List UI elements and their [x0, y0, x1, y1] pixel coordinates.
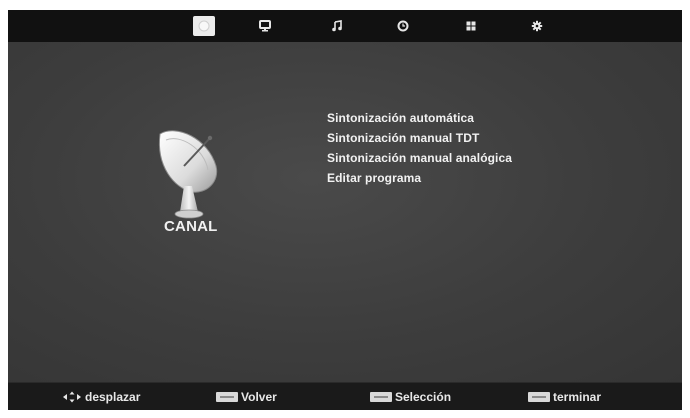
- menu-item-program-edit[interactable]: Editar programa: [327, 168, 512, 188]
- hint-exit-label: terminar: [553, 390, 602, 404]
- lock-icon: [466, 21, 476, 31]
- tab-sound[interactable]: [326, 16, 348, 36]
- hint-navigate-label: desplazar: [85, 390, 141, 404]
- menu-key-icon: [216, 392, 238, 402]
- exit-key-icon: [528, 392, 550, 402]
- channel-menu: Sintonización automática Sintonización m…: [327, 108, 512, 188]
- menu-item-dtv-manual-tuning[interactable]: Sintonización manual TDT: [327, 128, 512, 148]
- tab-setup[interactable]: [526, 16, 548, 36]
- satellite-dish-icon: [158, 130, 218, 219]
- menu-item-atv-manual-tuning[interactable]: Sintonización manual analógica: [327, 148, 512, 168]
- tab-picture[interactable]: [254, 16, 276, 36]
- section-title: CANAL: [164, 218, 218, 235]
- hint-exit: terminar: [528, 389, 601, 405]
- tab-lock[interactable]: [460, 16, 482, 36]
- menu-item-auto-tuning[interactable]: Sintonización automática: [327, 108, 512, 128]
- monitor-icon: [259, 20, 271, 32]
- hint-select-label: Selección: [395, 390, 452, 404]
- top-tab-bar: [8, 10, 682, 42]
- hint-bar: desplazar Volver Selección terminar: [8, 382, 682, 410]
- satellite-dish-icon: [198, 20, 210, 32]
- tab-channel[interactable]: [193, 16, 215, 36]
- tv-menu-screen: CANAL Sintonización automática Sintoniza…: [8, 10, 682, 410]
- hint-back: Volver: [216, 389, 277, 405]
- clock-icon: [397, 20, 409, 32]
- hint-select: Selección: [370, 389, 451, 405]
- music-note-icon: [332, 20, 342, 32]
- tab-time[interactable]: [392, 16, 414, 36]
- ok-key-icon: [370, 392, 392, 402]
- arrows-icon: [63, 391, 81, 403]
- gear-icon: [531, 20, 543, 32]
- menu-content: CANAL Sintonización automática Sintoniza…: [8, 42, 682, 382]
- hint-back-label: Volver: [241, 390, 277, 404]
- hint-navigate: desplazar: [62, 389, 140, 405]
